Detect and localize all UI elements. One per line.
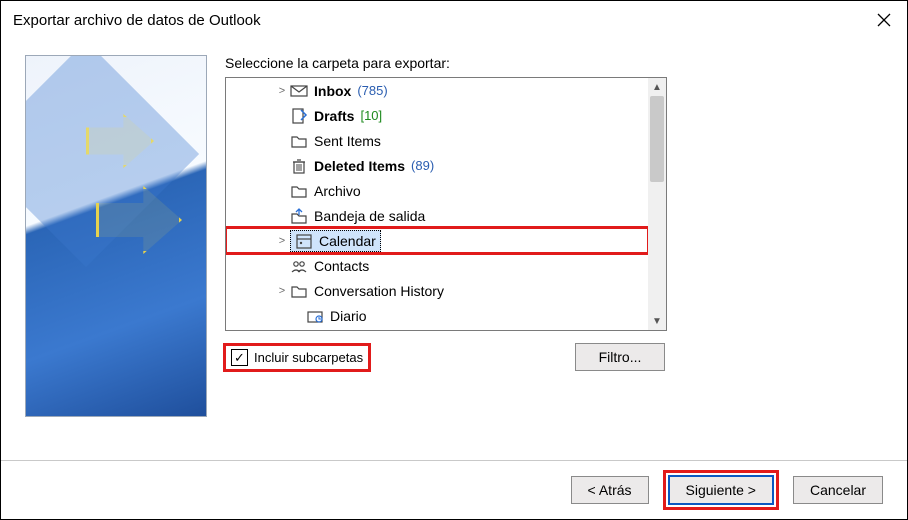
tree-item-count: (89) bbox=[411, 158, 434, 173]
tree-item-label: Inbox bbox=[314, 83, 351, 99]
mail-icon bbox=[290, 82, 308, 100]
scroll-down-icon[interactable]: ▼ bbox=[648, 312, 666, 330]
select-folder-label: Seleccione la carpeta para exportar: bbox=[225, 55, 883, 71]
contacts-icon bbox=[290, 257, 308, 275]
checkbox-icon: ✓ bbox=[231, 349, 248, 366]
tree-item[interactable]: > Conversation History bbox=[226, 278, 648, 303]
folder-icon bbox=[290, 282, 308, 300]
tree-item[interactable]: Elementos detectados bbox=[226, 328, 648, 330]
trash-icon bbox=[290, 157, 308, 175]
window-title: Exportar archivo de datos de Outlook bbox=[13, 12, 261, 29]
folder-tree[interactable]: > Inbox (785)Drafts [10] Sent Items Deleted I… bbox=[225, 77, 667, 331]
outbox-icon bbox=[290, 207, 308, 225]
tree-item[interactable]: > Inbox (785) bbox=[226, 78, 648, 103]
filter-button[interactable]: Filtro... bbox=[575, 343, 665, 371]
export-dialog: Exportar archivo de datos de Outlook Sel… bbox=[0, 0, 908, 520]
tree-item-label: Drafts bbox=[314, 108, 354, 124]
calendar-icon bbox=[295, 232, 313, 250]
scroll-track[interactable] bbox=[648, 96, 666, 312]
folder-icon bbox=[290, 182, 308, 200]
tree-item[interactable]: Sent Items bbox=[226, 128, 648, 153]
draft-icon bbox=[290, 107, 308, 125]
scrollbar[interactable]: ▲ ▼ bbox=[648, 78, 666, 330]
tree-item[interactable]: Diario bbox=[226, 303, 648, 328]
expand-chevron-icon[interactable]: > bbox=[274, 235, 290, 247]
wizard-graphic bbox=[25, 55, 207, 417]
tree-item[interactable]: Drafts [10] bbox=[226, 103, 648, 128]
tree-item-label: Bandeja de salida bbox=[314, 208, 425, 224]
close-button[interactable] bbox=[861, 1, 907, 39]
tree-item[interactable]: Bandeja de salida bbox=[226, 203, 648, 228]
tree-item-label: Sent Items bbox=[314, 133, 381, 149]
dialog-footer: < Atrás Siguiente > Cancelar bbox=[1, 460, 907, 519]
next-button[interactable]: Siguiente > bbox=[668, 475, 774, 505]
include-subfolders-label: Incluir subcarpetas bbox=[254, 350, 363, 365]
back-button[interactable]: < Atrás bbox=[571, 476, 649, 504]
tree-item-count: (785) bbox=[357, 83, 387, 98]
tree-item[interactable]: Deleted Items (89) bbox=[226, 153, 648, 178]
tree-item[interactable]: Archivo bbox=[226, 178, 648, 203]
expand-chevron-icon[interactable]: > bbox=[274, 285, 290, 297]
include-subfolders-checkbox[interactable]: ✓ Incluir subcarpetas bbox=[225, 345, 369, 370]
close-icon bbox=[877, 13, 891, 27]
tree-item[interactable]: > Calendar bbox=[226, 228, 648, 253]
tree-item-label: Deleted Items bbox=[314, 158, 405, 174]
expand-chevron-icon[interactable]: > bbox=[274, 85, 290, 97]
cancel-button[interactable]: Cancelar bbox=[793, 476, 883, 504]
scroll-thumb[interactable] bbox=[650, 96, 664, 182]
titlebar: Exportar archivo de datos de Outlook bbox=[1, 1, 907, 39]
next-button-highlight: Siguiente > bbox=[663, 470, 779, 510]
tree-item[interactable]: Contacts bbox=[226, 253, 648, 278]
tree-item-label: Conversation History bbox=[314, 283, 444, 299]
folder-icon bbox=[290, 132, 308, 150]
tree-item-label: Calendar bbox=[319, 233, 376, 249]
tree-item-count: [10] bbox=[360, 108, 382, 123]
journal-icon bbox=[306, 307, 324, 325]
tree-item-label: Archivo bbox=[314, 183, 361, 199]
tree-item-label: Diario bbox=[330, 308, 367, 324]
scroll-up-icon[interactable]: ▲ bbox=[648, 78, 666, 96]
tree-item-label: Contacts bbox=[314, 258, 369, 274]
